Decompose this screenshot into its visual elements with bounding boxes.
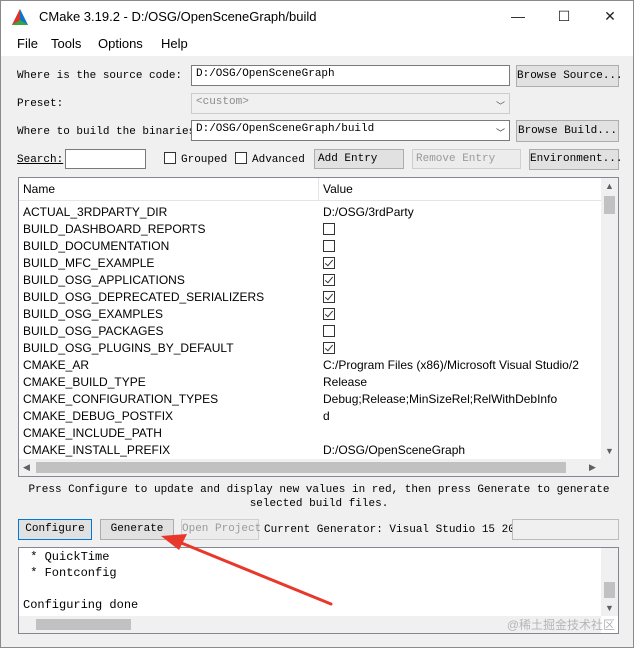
- cmake-window: CMake 3.19.2 - D:/OSG/OpenSceneGraph/bui…: [0, 0, 634, 648]
- annotation-arrow-icon: [161, 534, 333, 606]
